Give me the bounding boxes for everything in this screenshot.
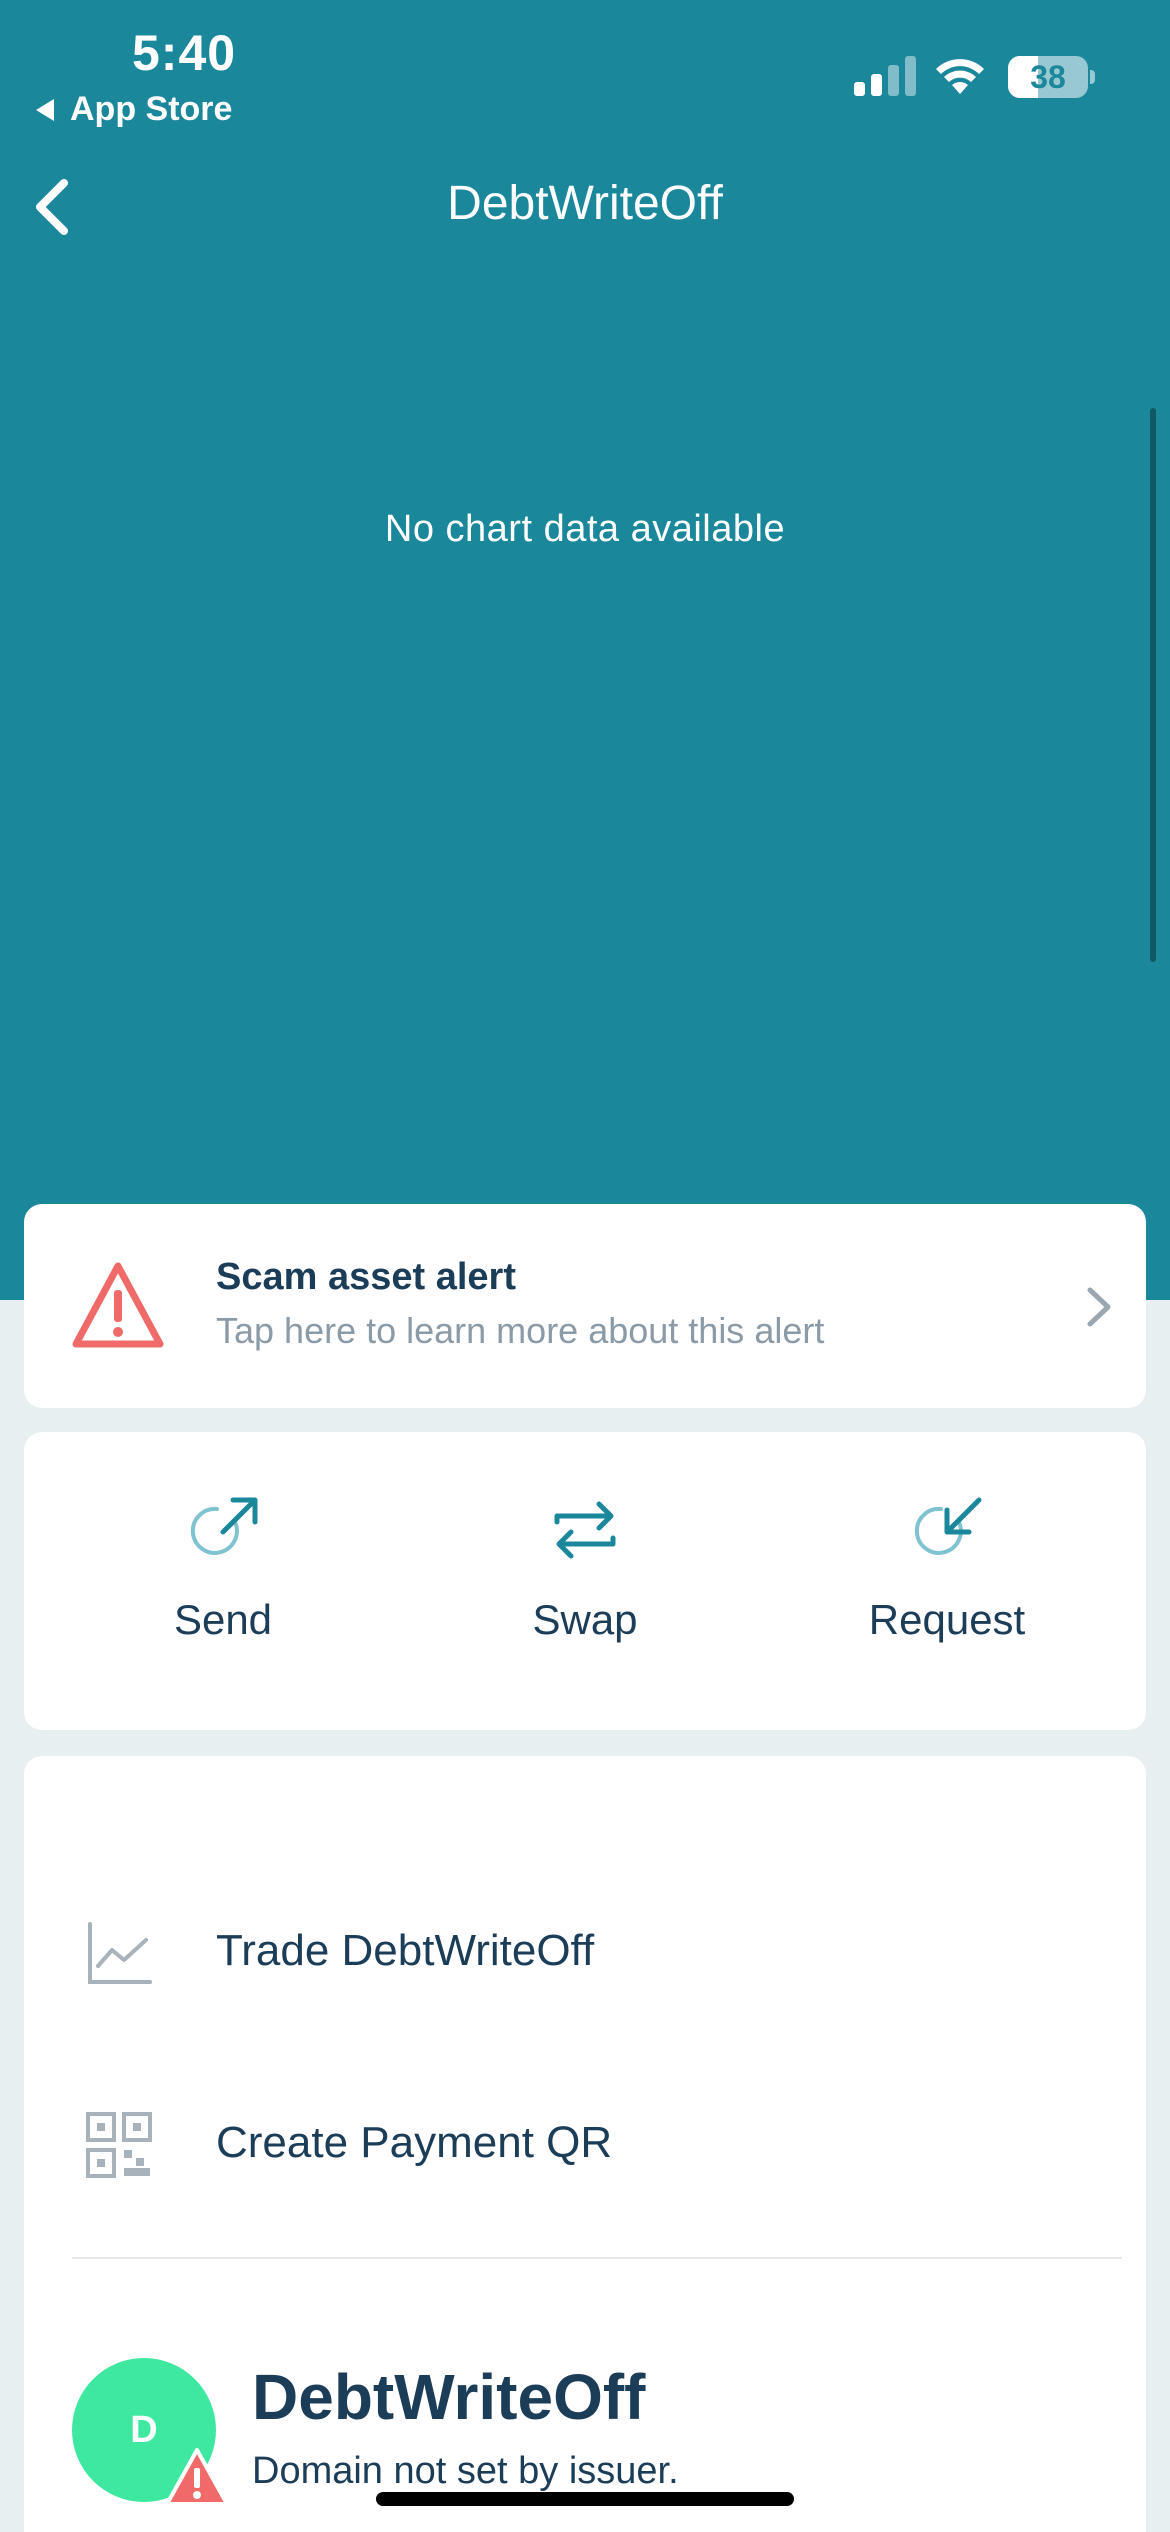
create-payment-qr-label: Create Payment QR (216, 2118, 613, 2167)
home-indicator (376, 2492, 794, 2506)
swap-label: Swap (532, 1596, 638, 1643)
price-chart-area (0, 260, 1170, 1260)
asset-domain-status: Domain not set by issuer. (252, 2450, 679, 2492)
back-button[interactable] (24, 172, 80, 242)
request-icon (914, 1497, 982, 1555)
wifi-icon (936, 59, 984, 94)
request-label: Request (868, 1596, 1026, 1643)
back-to-app-store[interactable]: App Store (36, 90, 232, 129)
back-app-label: App Store (70, 90, 233, 128)
battery-cap (1090, 70, 1095, 84)
chevron-right-icon (1087, 1287, 1111, 1327)
request-button[interactable]: Request (797, 1492, 1097, 1692)
battery-level: 38 (1030, 59, 1066, 95)
battery-body: 38 (1008, 56, 1088, 98)
cellular-signal-icon (854, 56, 916, 96)
line-chart-icon (88, 1922, 152, 1984)
warning-badge-icon (165, 2448, 229, 2506)
swap-icon (554, 1501, 616, 1559)
divider (72, 2257, 1122, 2259)
send-button[interactable]: Send (73, 1492, 373, 1692)
back-triangle-icon (36, 98, 54, 121)
send-label: Send (173, 1596, 273, 1643)
warning-triangle-icon (72, 1262, 164, 1348)
alert-title: Scam asset alert (216, 1256, 516, 1298)
asset-name: DebtWriteOff (252, 2361, 646, 2433)
send-icon (190, 1497, 258, 1555)
asset-detail-screen: 5:40 App Store 38 DebtWriteOff No chart … (0, 0, 1170, 2532)
qr-code-icon (86, 2112, 152, 2178)
alert-subtitle: Tap here to learn more about this alert (216, 1310, 825, 1351)
trade-menu-item[interactable]: Trade DebtWriteOff (24, 1886, 1146, 2006)
chart-empty-message: No chart data available (384, 508, 786, 550)
scrollbar[interactable] (1150, 408, 1156, 962)
trade-label: Trade DebtWriteOff (216, 1926, 595, 1975)
scam-alert-card[interactable]: Scam asset alert Tap here to learn more … (24, 1204, 1146, 1408)
swap-button[interactable]: Swap (435, 1492, 735, 1692)
status-time: 5:40 (132, 25, 237, 81)
asset-menu-card: Trade DebtWriteOff Create Payment QR D D… (24, 1756, 1146, 2532)
chevron-left-icon (36, 179, 68, 235)
create-payment-qr-menu-item[interactable]: Create Payment QR (24, 2078, 1146, 2198)
battery-icon: 38 (1008, 56, 1095, 98)
page-title: DebtWriteOff (447, 177, 723, 230)
quick-actions-card: Send Swap Request (24, 1432, 1146, 1730)
